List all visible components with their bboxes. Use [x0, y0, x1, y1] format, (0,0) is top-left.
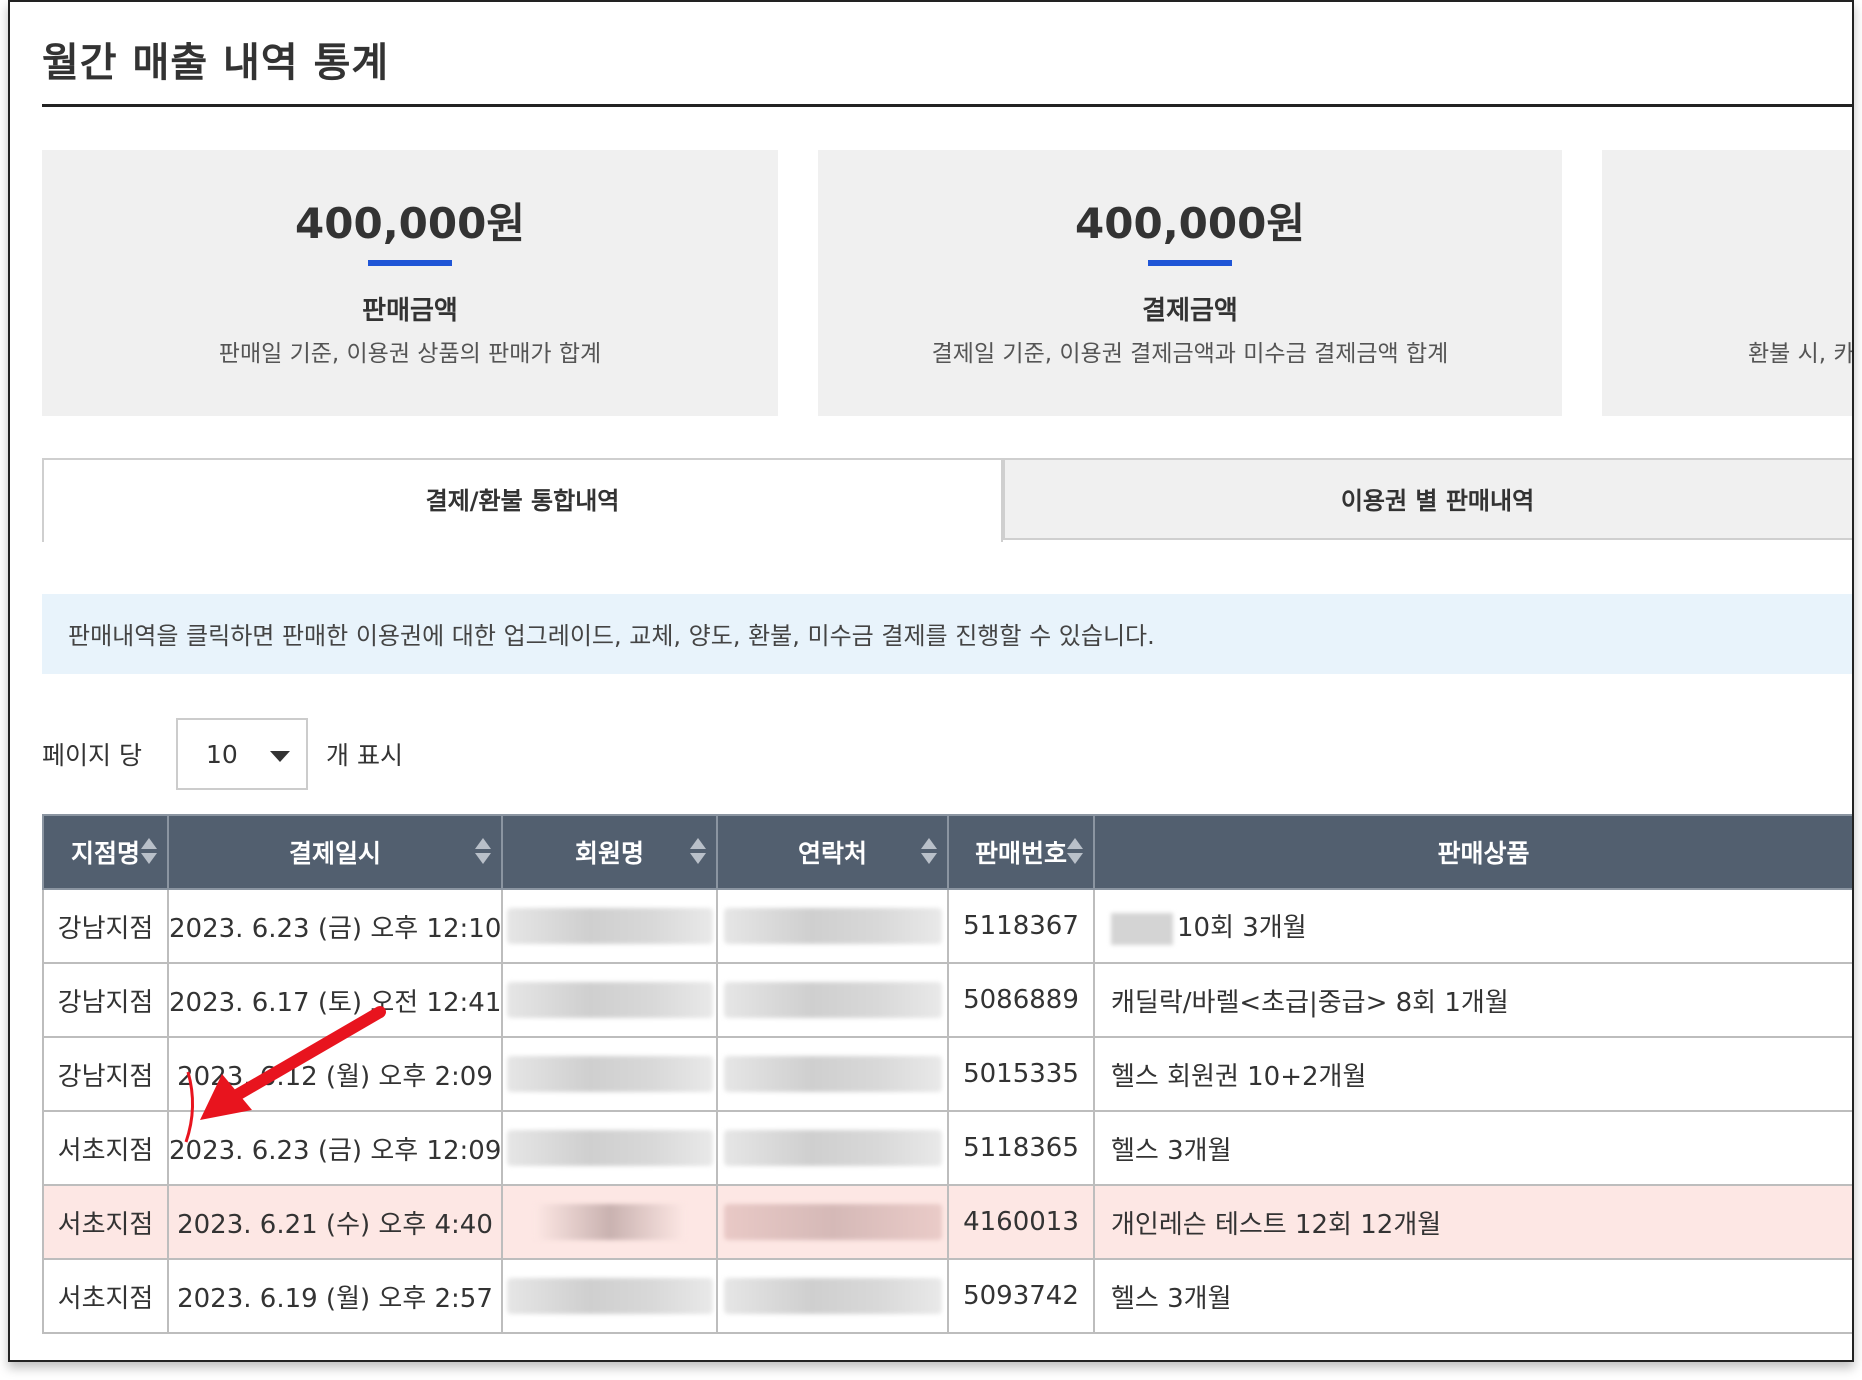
cell-sale-no: 5118365 [947, 1110, 1095, 1186]
cell-phone-redacted [716, 1036, 949, 1112]
cell-product: 개인레슨 테스트 12회 12개월 [1093, 1184, 1852, 1260]
stat-accent-bar [1148, 260, 1232, 266]
cell-sale-no: 5086889 [947, 962, 1095, 1038]
chevron-down-icon [270, 751, 290, 762]
tab-pass-sales[interactable]: 이용권 별 판매내역 [1003, 458, 1852, 540]
cell-branch: 강남지점 [42, 888, 169, 964]
redacted-member [534, 1204, 685, 1240]
cell-branch: 서초지점 [42, 1110, 169, 1186]
column-header-datetime[interactable]: 결제일시 [167, 814, 503, 890]
redacted-member [506, 1056, 713, 1092]
stat-label: 결제금액 [1142, 296, 1238, 326]
cell-product: 헬스 3개월 [1093, 1258, 1852, 1334]
table-row[interactable]: 서초지점 2023. 6.19 (월) 오후 2:57 5093742 헬스 3… [42, 1258, 1852, 1334]
cell-member-redacted [501, 1184, 718, 1260]
redacted-member [506, 982, 713, 1018]
pagesize-value: 10 [206, 740, 238, 769]
stat-description: 환불 시, 카 [1748, 341, 1854, 367]
cell-product: 캐딜락/바렐<초급|중급> 8회 1개월 [1093, 962, 1852, 1038]
cell-sale-no: 5015335 [947, 1036, 1095, 1112]
stat-description: 결제일 기준, 이용권 결제금액과 미수금 결제금액 합계 [931, 341, 1449, 367]
cell-product: 헬스 3개월 [1093, 1110, 1852, 1186]
header-label: 판매상품 [1437, 839, 1530, 868]
sort-icon[interactable] [1067, 838, 1083, 866]
redacted-phone [723, 1056, 942, 1092]
cell-sale-no: 4160013 [947, 1184, 1095, 1260]
product-label: 10회 3개월 [1177, 913, 1307, 944]
cell-phone-redacted [716, 888, 949, 964]
cell-branch: 서초지점 [42, 1184, 169, 1260]
cell-datetime: 2023. 6.21 (수) 오후 4:40 [167, 1184, 503, 1260]
table-row[interactable]: 강남지점 2023. 6.23 (금) 오후 12:10 5118367 10회… [42, 888, 1852, 964]
redacted-phone [723, 982, 942, 1018]
column-header-branch[interactable]: 지점명 [42, 814, 169, 890]
redacted-product-prefix [1111, 912, 1173, 945]
cell-member-redacted [501, 1110, 718, 1186]
redacted-phone [723, 1130, 942, 1166]
redacted-member [506, 908, 713, 944]
redacted-phone [723, 908, 942, 944]
redacted-phone [723, 1278, 942, 1314]
stat-label: 판매금액 [362, 296, 458, 326]
pagesize-select[interactable]: 10 [176, 718, 308, 790]
cell-datetime: 2023. 6.19 (월) 오후 2:57 [167, 1258, 503, 1334]
pagesize-suffix: 개 표시 [326, 741, 403, 770]
redacted-phone [723, 1204, 942, 1240]
column-header-sale-no[interactable]: 판매번호 [947, 814, 1095, 890]
cell-product: 10회 3개월 [1093, 888, 1852, 964]
sort-icon[interactable] [141, 838, 157, 866]
info-text: 판매내역을 클릭하면 판매한 이용권에 대한 업그레이드, 교체, 양도, 환불… [68, 622, 1155, 650]
cell-phone-redacted [716, 1184, 949, 1260]
redacted-member [506, 1278, 713, 1314]
cell-product: 헬스 회원권 10+2개월 [1093, 1036, 1852, 1112]
sort-icon[interactable] [921, 838, 937, 866]
column-header-phone[interactable]: 연락처 [716, 814, 949, 890]
header-label: 지점명 [70, 839, 140, 868]
stat-card-payment: 400,000원 결제금액 결제일 기준, 이용권 결제금액과 미수금 결제금액… [818, 150, 1562, 416]
cell-sale-no: 5118367 [947, 888, 1095, 964]
cell-branch: 강남지점 [42, 1036, 169, 1112]
info-banner: 판매내역을 클릭하면 판매한 이용권에 대한 업그레이드, 교체, 양도, 환불… [42, 594, 1852, 674]
tab-payment-refund[interactable]: 결제/환불 통합내역 [42, 458, 1003, 542]
table-row-highlighted[interactable]: 서초지점 2023. 6.21 (수) 오후 4:40 4160013 개인레슨… [42, 1184, 1852, 1260]
stat-card-refund: 환불 시, 카 [1602, 150, 1854, 416]
header-label: 판매번호 [974, 839, 1067, 868]
stat-card-sales: 400,000원 판매금액 판매일 기준, 이용권 상품의 판매가 합계 [42, 150, 778, 416]
stat-description: 판매일 기준, 이용권 상품의 판매가 합계 [218, 341, 602, 367]
cell-phone-redacted [716, 1110, 949, 1186]
cell-phone-redacted [716, 962, 949, 1038]
table-header-row: 지점명 결제일시 회원명 연락처 판매번호 판매상품 [42, 814, 1852, 890]
cell-phone-redacted [716, 1258, 949, 1334]
stat-amount: 400,000원 [1075, 199, 1305, 248]
cell-branch: 서초지점 [42, 1258, 169, 1334]
red-arrow-icon [184, 1006, 386, 1143]
header-label: 회원명 [574, 839, 644, 868]
cell-member-redacted [501, 1036, 718, 1112]
column-header-member[interactable]: 회원명 [501, 814, 718, 890]
header-label: 연락처 [797, 839, 867, 868]
sort-icon[interactable] [690, 838, 706, 866]
cell-member-redacted [501, 888, 718, 964]
tab-bar: 결제/환불 통합내역 이용권 별 판매내역 [42, 458, 1852, 542]
redacted-member [506, 1130, 713, 1166]
title-divider [42, 104, 1852, 107]
screenshot-frame: 월간 매출 내역 통계 400,000원 판매금액 판매일 기준, 이용권 상품… [8, 0, 1854, 1362]
stat-accent-bar [368, 260, 452, 266]
header-label: 결제일시 [288, 839, 381, 868]
page-title: 월간 매출 내역 통계 [42, 40, 390, 86]
column-header-product: 판매상품 [1093, 814, 1852, 890]
pagesize-label: 페이지 당 [42, 741, 142, 770]
cell-datetime: 2023. 6.23 (금) 오후 12:10 [167, 888, 503, 964]
cell-member-redacted [501, 962, 718, 1038]
cell-branch: 강남지점 [42, 962, 169, 1038]
cell-sale-no: 5093742 [947, 1258, 1095, 1334]
stat-amount: 400,000원 [295, 199, 525, 248]
cell-member-redacted [501, 1258, 718, 1334]
sort-icon[interactable] [475, 838, 491, 866]
